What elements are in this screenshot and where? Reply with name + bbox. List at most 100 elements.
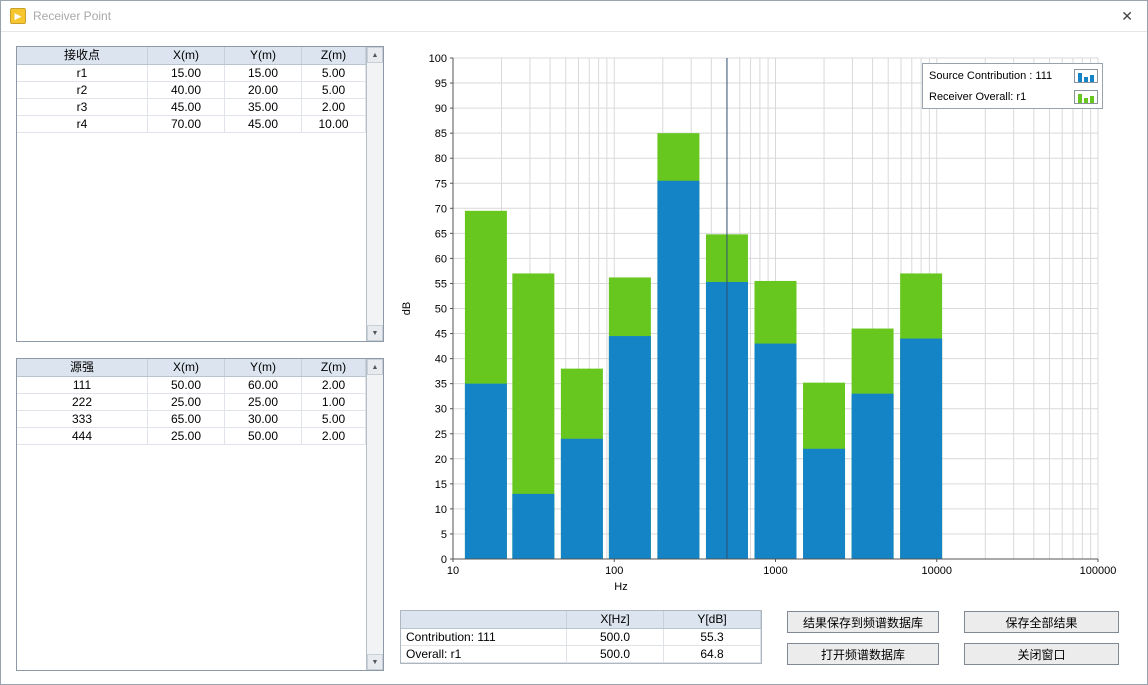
close-window-button[interactable]: 关闭窗口 xyxy=(964,643,1119,665)
table-row[interactable]: 44425.0050.002.00 xyxy=(17,428,366,445)
table-cell[interactable]: 25.00 xyxy=(148,394,225,411)
table-cell[interactable]: 20.00 xyxy=(225,82,302,99)
source-table-body[interactable]: 11150.0060.002.0022225.0025.001.0033365.… xyxy=(17,377,366,445)
source-strength-table[interactable]: 源强X(m)Y(m)Z(m) 11150.0060.002.0022225.00… xyxy=(16,358,384,671)
bar-segment xyxy=(465,384,507,559)
table-row[interactable]: r115.0015.005.00 xyxy=(17,65,366,82)
y-tick-label: 25 xyxy=(435,429,447,441)
table-cell[interactable]: 45.00 xyxy=(148,99,225,116)
readout-header: X[Hz]Y[dB] xyxy=(401,611,761,629)
table-cell[interactable]: 15.00 xyxy=(148,65,225,82)
scroll-down-icon[interactable]: ▼ xyxy=(367,654,383,670)
header-cell: X(m) xyxy=(148,47,225,64)
legend-plot-icon xyxy=(1074,90,1098,104)
header-cell: X(m) xyxy=(148,359,225,376)
open-spectrum-db-button[interactable]: 打开频谱数据库 xyxy=(787,643,939,665)
chart-legend[interactable]: Source Contribution : 111 Receiver Overal… xyxy=(922,63,1103,109)
labview-app-icon: ▶ xyxy=(10,8,26,24)
scroll-up-icon[interactable]: ▲ xyxy=(367,47,383,63)
receiver-table-body[interactable]: r115.0015.005.00r240.0020.005.00r345.003… xyxy=(17,65,366,133)
header-cell: Z(m) xyxy=(302,359,366,376)
x-tick-label: 100000 xyxy=(1080,565,1117,577)
x-axis-label: Hz xyxy=(614,581,627,593)
readout-header-cell: X[Hz] xyxy=(567,611,664,628)
header-cell: Y(m) xyxy=(225,47,302,64)
scrollbar-track[interactable] xyxy=(367,63,383,325)
scroll-up-icon[interactable]: ▲ xyxy=(367,359,383,375)
table-cell[interactable]: r2 xyxy=(17,82,148,99)
bar-segment xyxy=(561,439,603,559)
bar-segment xyxy=(900,339,942,559)
x-tick-label: 100 xyxy=(605,565,623,577)
table-row[interactable]: r345.0035.002.00 xyxy=(17,99,366,116)
bar-segment xyxy=(803,449,845,559)
table-cell[interactable]: 5.00 xyxy=(302,65,366,82)
table-cell[interactable]: 35.00 xyxy=(225,99,302,116)
table-cell[interactable]: r1 xyxy=(17,65,148,82)
table-cell[interactable]: r4 xyxy=(17,116,148,133)
table-cell[interactable]: 60.00 xyxy=(225,377,302,394)
table-row[interactable]: 33365.0030.005.00 xyxy=(17,411,366,428)
y-tick-label: 50 xyxy=(435,304,447,316)
table-cell[interactable]: 333 xyxy=(17,411,148,428)
window-titlebar[interactable]: ▶ Receiver Point ✕ xyxy=(1,1,1147,32)
table-cell[interactable]: 50.00 xyxy=(225,428,302,445)
y-tick-label: 70 xyxy=(435,203,447,215)
table-cell[interactable]: 1.00 xyxy=(302,394,366,411)
readout-cell: 500.0 xyxy=(567,646,664,663)
vertical-scrollbar[interactable]: ▲ ▼ xyxy=(366,47,383,341)
readout-header-cell xyxy=(401,611,567,628)
spectrum-chart[interactable]: 0510152025303540455055606570758085909510… xyxy=(399,41,1144,616)
y-tick-label: 100 xyxy=(429,53,447,65)
table-cell[interactable]: r3 xyxy=(17,99,148,116)
table-row[interactable]: 22225.0025.001.00 xyxy=(17,394,366,411)
table-row[interactable]: r470.0045.0010.00 xyxy=(17,116,366,133)
table-cell[interactable]: 2.00 xyxy=(302,377,366,394)
table-cell[interactable]: 50.00 xyxy=(148,377,225,394)
table-cell[interactable]: 444 xyxy=(17,428,148,445)
table-cell[interactable]: 25.00 xyxy=(148,428,225,445)
table-cell[interactable]: 40.00 xyxy=(148,82,225,99)
y-tick-label: 65 xyxy=(435,228,447,240)
readout-cell: 64.8 xyxy=(664,646,761,663)
table-row[interactable]: r240.0020.005.00 xyxy=(17,82,366,99)
readout-cell: 500.0 xyxy=(567,629,664,646)
save-all-results-button[interactable]: 保存全部结果 xyxy=(964,611,1119,633)
y-tick-label: 5 xyxy=(441,529,447,541)
y-tick-label: 40 xyxy=(435,354,447,366)
table-cell[interactable]: 222 xyxy=(17,394,148,411)
scroll-down-icon[interactable]: ▼ xyxy=(367,325,383,341)
table-cell[interactable]: 5.00 xyxy=(302,82,366,99)
table-cell[interactable]: 65.00 xyxy=(148,411,225,428)
receiver-points-table[interactable]: 接收点X(m)Y(m)Z(m) r115.0015.005.00r240.002… xyxy=(16,46,384,342)
legend-label: Source Contribution : 111 xyxy=(929,70,1052,82)
cursor-readout-table: X[Hz]Y[dB] Contribution: 111500.055.3Ove… xyxy=(400,610,762,664)
chart-plot-area[interactable]: 0510152025303540455055606570758085909510… xyxy=(399,41,1144,616)
table-cell[interactable]: 111 xyxy=(17,377,148,394)
source-table-header: 源强X(m)Y(m)Z(m) xyxy=(17,359,366,377)
readout-cell: Overall: r1 xyxy=(401,646,567,663)
table-cell[interactable]: 30.00 xyxy=(225,411,302,428)
table-cell[interactable]: 5.00 xyxy=(302,411,366,428)
table-cell[interactable]: 25.00 xyxy=(225,394,302,411)
table-cell[interactable]: 70.00 xyxy=(148,116,225,133)
y-tick-label: 10 xyxy=(435,504,447,516)
vertical-scrollbar[interactable]: ▲ ▼ xyxy=(366,359,383,670)
save-to-spectrum-db-button[interactable]: 结果保存到频谱数据库 xyxy=(787,611,939,633)
legend-item[interactable]: Receiver Overall: r1 xyxy=(923,86,1102,107)
readout-cell: Contribution: 111 xyxy=(401,629,567,646)
table-cell[interactable]: 15.00 xyxy=(225,65,302,82)
table-cell[interactable]: 10.00 xyxy=(302,116,366,133)
window-title: Receiver Point xyxy=(33,9,111,23)
close-icon[interactable]: ✕ xyxy=(1121,8,1133,24)
y-tick-label: 30 xyxy=(435,404,447,416)
legend-item[interactable]: Source Contribution : 111 xyxy=(923,65,1102,86)
bar-segment xyxy=(755,344,797,559)
scrollbar-track[interactable] xyxy=(367,375,383,654)
table-row[interactable]: 11150.0060.002.00 xyxy=(17,377,366,394)
table-cell[interactable]: 2.00 xyxy=(302,428,366,445)
table-cell[interactable]: 2.00 xyxy=(302,99,366,116)
readout-body: Contribution: 111500.055.3Overall: r1500… xyxy=(401,629,761,663)
table-cell[interactable]: 45.00 xyxy=(225,116,302,133)
y-tick-label: 55 xyxy=(435,278,447,290)
